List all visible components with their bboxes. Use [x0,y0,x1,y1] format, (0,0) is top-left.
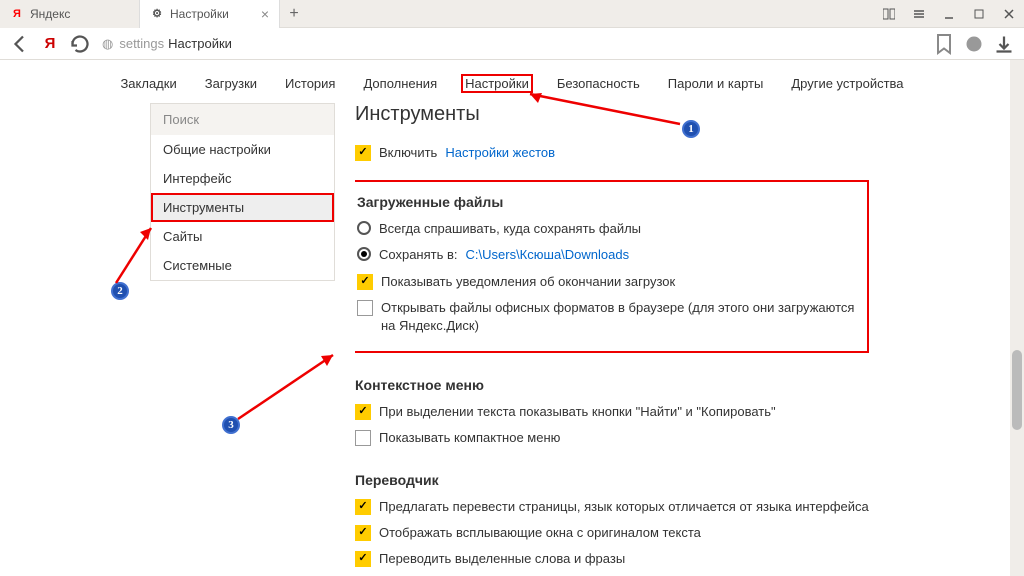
sidebar-item-system[interactable]: Системные [151,251,334,280]
context-menu-heading: Контекстное меню [355,377,1004,393]
notify-checkbox[interactable] [357,274,373,290]
nav-history[interactable]: История [281,74,339,93]
minimize-button[interactable] [934,0,964,28]
sidebar-item-tools[interactable]: Инструменты [151,193,334,222]
enable-label: Включить [379,144,437,162]
translator-heading: Переводчик [355,472,1004,488]
content-area: Закладки Загрузки История Дополнения Нас… [0,60,1024,576]
reload-button[interactable] [68,32,92,56]
bookmark-icon[interactable] [932,32,956,56]
settings-sidebar: Поиск Общие настройки Интерфейс Инструме… [150,103,335,281]
tab-title: Яндекс [30,7,70,21]
menu-icon[interactable] [904,0,934,28]
sidebar-item-interface[interactable]: Интерфейс [151,164,334,193]
globe-icon: ◍ [102,36,113,52]
gear-icon: ⚙ [150,7,164,21]
browser-tab[interactable]: Я Яндекс [0,0,140,28]
tab-title: Настройки [170,7,229,21]
office-files-checkbox[interactable] [357,300,373,316]
settings-panel: Инструменты Включить Настройки жестов За… [355,103,1014,575]
annotation-marker-2: 2 [111,282,129,300]
nav-security[interactable]: Безопасность [553,74,644,93]
panel-title: Инструменты [355,103,1004,126]
panels-icon[interactable] [874,0,904,28]
radio-ask-location[interactable] [357,221,371,235]
nav-bookmarks[interactable]: Закладки [116,74,180,93]
maximize-button[interactable] [964,0,994,28]
new-tab-button[interactable]: + [280,5,308,23]
downloads-icon[interactable] [992,32,1016,56]
annotation-marker-1: 1 [682,120,700,138]
downloads-heading: Загруженные файлы [357,194,855,210]
nav-addons[interactable]: Дополнения [359,74,441,93]
download-path-link[interactable]: C:\Users\Ксюша\Downloads [466,246,630,264]
back-button[interactable] [8,32,32,56]
nav-devices[interactable]: Другие устройства [787,74,907,93]
toolbar: Я ◍ settings Настройки [0,28,1024,60]
page-scrollbar[interactable] [1010,60,1024,576]
yandex-home-button[interactable]: Я [38,32,62,56]
context-menu-section: Контекстное меню При выделении текста по… [355,377,1004,447]
scroll-thumb[interactable] [1012,350,1022,430]
sidebar-item-general[interactable]: Общие настройки [151,135,334,164]
offer-translate-checkbox[interactable] [355,499,371,515]
radio-save-to[interactable] [357,247,371,261]
translator-section: Переводчик Предлагать перевести страницы… [355,472,1004,569]
nav-passwords[interactable]: Пароли и карты [664,74,768,93]
downloads-section: Загруженные файлы Всегда спрашивать, куд… [355,180,869,353]
settings-topnav: Закладки Загрузки История Дополнения Нас… [0,60,1024,103]
browser-tab-active[interactable]: ⚙ Настройки × [140,0,280,28]
findcopy-checkbox[interactable] [355,404,371,420]
popup-original-checkbox[interactable] [355,525,371,541]
nav-settings[interactable]: Настройки [461,74,533,93]
gestures-link[interactable]: Настройки жестов [445,144,555,162]
close-window-button[interactable] [994,0,1024,28]
titlebar: Я Яндекс ⚙ Настройки × + [0,0,1024,28]
compact-menu-checkbox[interactable] [355,430,371,446]
enable-checkbox[interactable] [355,145,371,161]
nav-downloads[interactable]: Загрузки [201,74,261,93]
sidebar-item-sites[interactable]: Сайты [151,222,334,251]
extensions-icon[interactable] [962,32,986,56]
yandex-icon: Я [10,7,24,21]
close-tab-icon[interactable]: × [251,6,269,22]
annotation-marker-3: 3 [222,416,240,434]
sidebar-search[interactable]: Поиск [151,104,334,135]
translate-selected-checkbox[interactable] [355,551,371,567]
address-bar[interactable]: ◍ settings Настройки [98,36,926,52]
